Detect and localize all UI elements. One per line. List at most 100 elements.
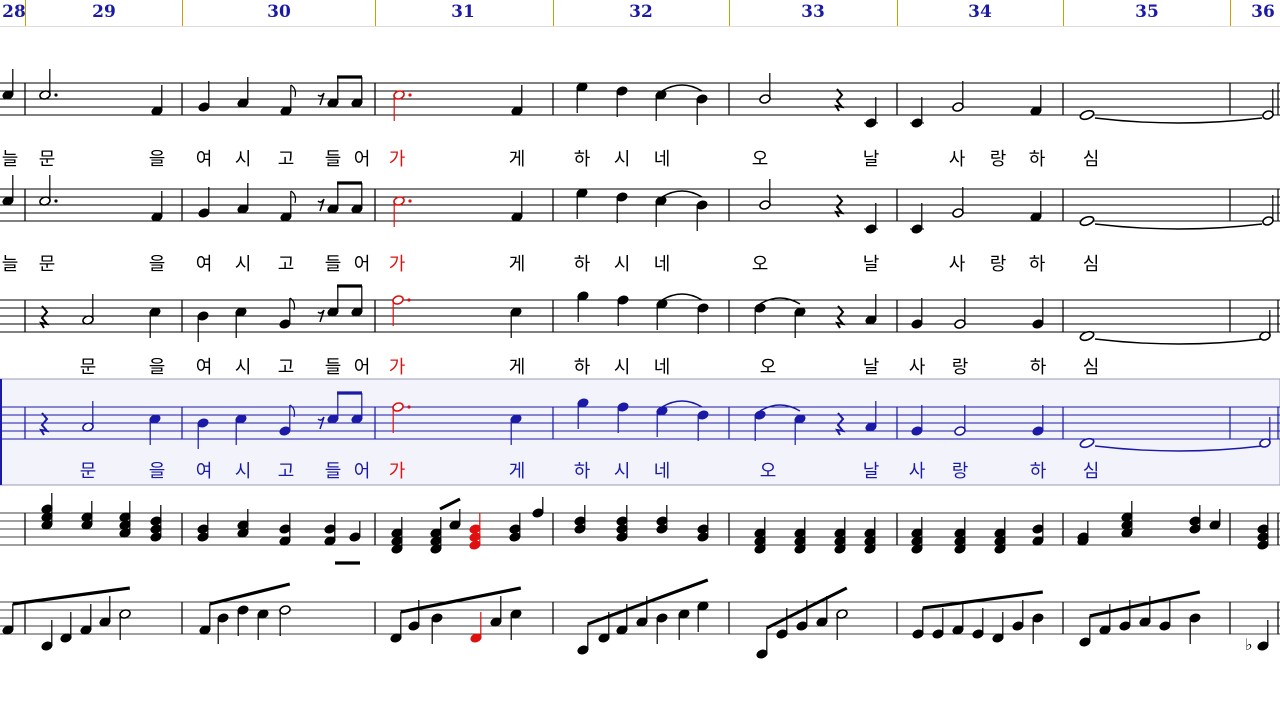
lyric-syllable[interactable]: 심 [1083,150,1100,170]
lyric-syllable[interactable]: 심 [1083,255,1100,275]
measure-number-29[interactable]: 29 [92,2,116,22]
lyric-syllable[interactable]: 날 [863,255,880,275]
lyric-syllable[interactable]: 문 [39,150,56,170]
whole-note[interactable] [1079,109,1095,121]
lyric-syllable[interactable]: 오 [752,255,769,275]
lyric-syllable[interactable]: 가 [389,255,406,275]
lyric-syllable[interactable]: 랑 [990,255,1007,275]
lyric-syllable[interactable]: 시 [235,462,252,482]
lyric-syllable[interactable]: 랑 [952,462,969,482]
lyric-syllable[interactable]: 어 [354,358,371,378]
lyric-syllable[interactable]: 어 [354,462,371,482]
augmentation-dot [54,199,58,203]
lyric-syllable[interactable]: 문 [80,358,97,378]
lyric-syllable[interactable]: 시 [235,255,252,275]
quarter-rest-icon [39,305,50,329]
tie-slur [1094,223,1263,230]
lyric-syllable[interactable]: 날 [863,462,880,482]
augmentation-dot [407,298,411,302]
lyric-syllable[interactable]: 고 [278,150,295,170]
measure-number-30[interactable]: 30 [267,2,291,22]
ruler-barline [1230,0,1231,26]
lyric-syllable[interactable]: 네 [654,150,671,170]
staff-voice-2[interactable] [0,175,1280,234]
lyric-syllable[interactable]: 게 [509,150,526,170]
lyric-syllable[interactable]: 고 [278,462,295,482]
staff-piano-left-hand[interactable]: ♭ [0,578,1280,659]
lyric-syllable[interactable]: 하 [574,462,591,482]
lyric-syllable[interactable]: 시 [614,150,631,170]
lyric-syllable[interactable]: 들 [325,255,342,275]
lyric-syllable[interactable]: 들 [325,358,342,378]
lyric-syllable[interactable]: 늘 [2,255,19,275]
lyric-syllable[interactable]: 하 [1030,358,1047,378]
ruler-barline [182,0,183,26]
beam [209,582,291,606]
lyric-syllable[interactable]: 사 [949,150,966,170]
lyric-syllable[interactable]: 시 [235,150,252,170]
lyric-syllable[interactable]: 시 [614,255,631,275]
lyric-syllable[interactable]: 하 [574,358,591,378]
lyric-syllable[interactable]: 오 [760,462,777,482]
lyric-syllable[interactable]: 심 [1083,462,1100,482]
lyric-syllable[interactable]: 사 [909,358,926,378]
lyric-syllable[interactable]: 여 [196,462,213,482]
lyric-syllable[interactable]: 여 [196,150,213,170]
lyric-syllable[interactable]: 들 [325,150,342,170]
measure-number-35[interactable]: 35 [1135,2,1159,22]
lyric-syllable[interactable]: 을 [149,255,166,275]
measure-number-36[interactable]: 36 [1251,2,1275,22]
lyric-syllable[interactable]: 사 [949,255,966,275]
lyric-syllable[interactable]: 여 [196,358,213,378]
staff-voice-3[interactable] [0,284,1280,345]
measure-number-34[interactable]: 34 [968,2,992,22]
measure-number-33[interactable]: 33 [801,2,825,22]
lyric-syllable[interactable]: 네 [654,462,671,482]
lyric-syllable[interactable]: 시 [614,358,631,378]
lyric-syllable[interactable]: 랑 [952,358,969,378]
staff-voice-1[interactable] [0,69,1280,128]
augmentation-dot [408,199,412,203]
lyric-syllable[interactable]: 어 [354,150,371,170]
staff-piano-right-hand[interactable] [0,493,1280,565]
lyric-syllable[interactable]: 하 [1029,150,1046,170]
measure-number-28[interactable]: 28 [2,2,26,22]
lyric-syllable[interactable]: 가 [389,358,406,378]
lyric-syllable[interactable]: 문 [80,462,97,482]
measure-number-32[interactable]: 32 [629,2,653,22]
lyric-syllable[interactable]: 고 [278,358,295,378]
lyric-syllable[interactable]: 게 [509,358,526,378]
lyric-syllable[interactable]: 게 [509,255,526,275]
whole-note[interactable] [1079,215,1095,227]
lyric-syllable[interactable]: 을 [149,358,166,378]
lyric-syllable[interactable]: 늘 [2,150,19,170]
lyric-syllable[interactable]: 하 [1029,255,1046,275]
lyric-syllable[interactable]: 가 [389,462,406,482]
lyric-syllable[interactable]: 을 [149,462,166,482]
augmentation-dot [407,405,411,409]
lyric-syllable[interactable]: 들 [325,462,342,482]
beam [1089,590,1201,618]
lyric-syllable[interactable]: 문 [39,255,56,275]
lyric-syllable[interactable]: 심 [1083,358,1100,378]
lyric-syllable[interactable]: 하 [1030,462,1047,482]
lyric-syllable[interactable]: 게 [509,462,526,482]
lyric-syllable[interactable]: 네 [654,255,671,275]
lyric-syllable[interactable]: 네 [654,358,671,378]
lyric-syllable[interactable]: 고 [278,255,295,275]
lyric-syllable[interactable]: 시 [614,462,631,482]
lyric-syllable[interactable]: 날 [863,150,880,170]
lyric-syllable[interactable]: 랑 [990,150,1007,170]
lyric-syllable[interactable]: 오 [760,358,777,378]
lyric-syllable[interactable]: 사 [909,462,926,482]
lyric-syllable[interactable]: 어 [354,255,371,275]
lyric-syllable[interactable]: 가 [389,150,406,170]
lyric-syllable[interactable]: 하 [574,255,591,275]
lyric-syllable[interactable]: 오 [752,150,769,170]
lyric-syllable[interactable]: 여 [196,255,213,275]
lyric-syllable[interactable]: 날 [863,358,880,378]
lyric-syllable[interactable]: 하 [574,150,591,170]
measure-number-31[interactable]: 31 [451,2,475,22]
lyric-syllable[interactable]: 을 [149,150,166,170]
lyric-syllable[interactable]: 시 [235,358,252,378]
